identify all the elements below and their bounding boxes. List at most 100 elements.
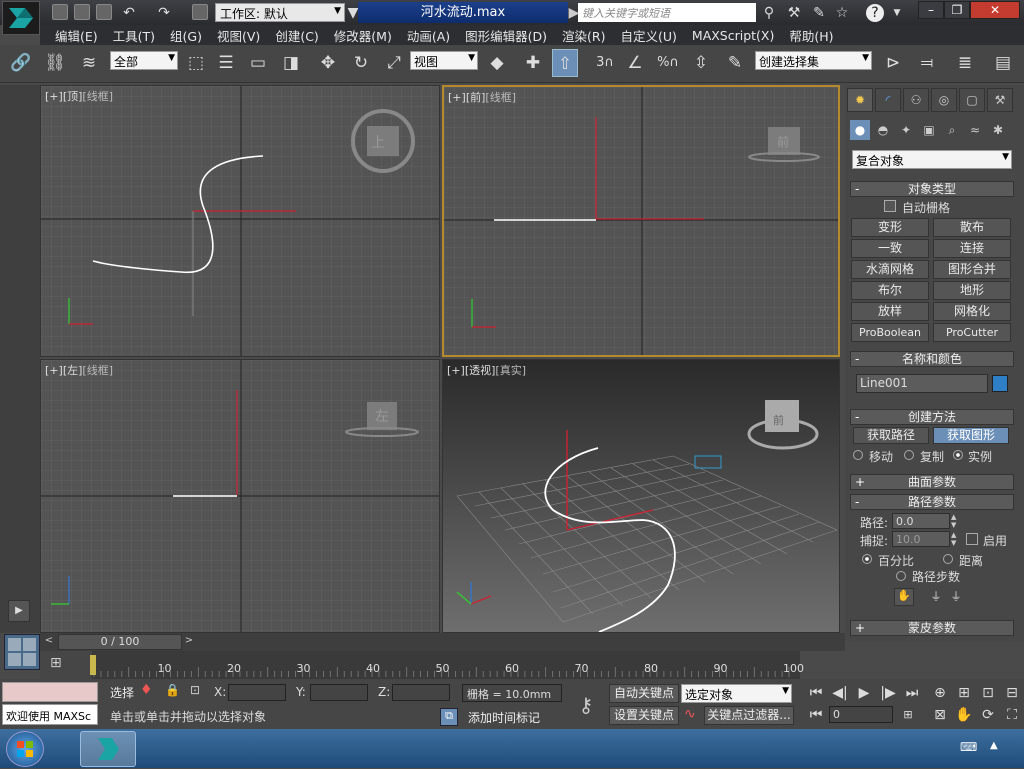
vp-persp-name[interactable]: [透视] xyxy=(465,364,496,377)
connect-button[interactable]: 连接 xyxy=(933,239,1011,258)
keyboard-tray-icon[interactable]: ⌨ xyxy=(960,740,978,756)
viewport-front[interactable]: [+][前][线框] 前 xyxy=(442,85,840,357)
proboolean-button[interactable]: ProBoolean xyxy=(851,323,929,342)
select-scale-icon[interactable]: ⤢ xyxy=(381,49,407,77)
move-radio[interactable] xyxy=(853,450,863,460)
menu-create[interactable]: 创建(C) xyxy=(275,26,318,45)
named-selection-dropdown[interactable]: 创建选择集 ▼ xyxy=(755,51,872,70)
viewport-top-label[interactable]: [+][顶][线框] xyxy=(45,88,113,104)
motion-tab-icon[interactable]: ◎ xyxy=(931,88,957,112)
pan-icon[interactable]: ✋ xyxy=(952,705,976,725)
vp-left-shading[interactable]: [线框] xyxy=(82,364,113,377)
go-to-end-icon[interactable]: ⏭ xyxy=(900,683,924,703)
expand-panel-icon[interactable]: ▶ xyxy=(8,600,30,622)
zoom-region-icon[interactable]: ⊠ xyxy=(928,705,952,725)
viewcube-top-label[interactable]: 上 xyxy=(371,132,385,152)
restore-button[interactable]: ❐ xyxy=(944,1,970,19)
viewport-persp-label[interactable]: [+][透视][真实] xyxy=(447,362,526,378)
prev-shape-icon[interactable]: ⏚ xyxy=(928,588,944,606)
graphite-toolbar-icon[interactable]: ▤ xyxy=(990,49,1016,77)
vp-front-plus[interactable]: [+] xyxy=(448,91,466,104)
subscription-icon[interactable]: ⚒ xyxy=(785,4,803,22)
go-to-start-icon[interactable]: ⏮ xyxy=(804,683,828,703)
vp-top-plus[interactable]: [+] xyxy=(45,90,63,103)
name-color-rollout[interactable]: - 名称和颜色 xyxy=(850,351,1014,367)
spline-perspective[interactable] xyxy=(544,447,676,632)
autogrid-checkbox[interactable] xyxy=(884,200,896,212)
pivot-center-icon[interactable]: ◆ xyxy=(484,49,510,77)
viewport-perspective[interactable]: [+][透视][真实] 前 xyxy=(442,359,840,633)
hierarchy-tab-icon[interactable]: ⚇ xyxy=(903,88,929,112)
vp-persp-plus[interactable]: [+] xyxy=(447,364,465,377)
edit-named-selection-icon[interactable]: ✎ xyxy=(722,49,748,77)
get-shape-button[interactable]: 获取图形 xyxy=(933,427,1009,444)
angle-snap-icon[interactable]: ∠ xyxy=(622,49,648,77)
select-manipulate-icon[interactable]: ✚ xyxy=(520,49,546,77)
path-input[interactable]: 0.0 xyxy=(892,513,950,529)
path-spinner-icon[interactable]: ▲ ▼ xyxy=(951,513,960,529)
helpers-icon[interactable]: ⌕ xyxy=(942,120,962,140)
layer-manager-icon[interactable]: ≣ xyxy=(952,49,978,77)
object-type-rollout[interactable]: - 对象类型 xyxy=(850,181,1014,197)
mini-curve-editor-icon[interactable]: ⊞ xyxy=(50,655,74,675)
menu-views[interactable]: 视图(V) xyxy=(217,26,260,45)
terrain-button[interactable]: 地形 xyxy=(933,281,1011,300)
viewport-layout-icon[interactable] xyxy=(4,634,40,670)
help-dropdown-icon[interactable]: ▼ xyxy=(888,4,906,22)
maxscript-output[interactable]: 欢迎使用 MAXSc xyxy=(2,704,98,725)
shapes-icon[interactable]: ◓ xyxy=(873,120,893,140)
percentage-radio[interactable] xyxy=(862,554,872,564)
next-frame-icon[interactable]: |▶ xyxy=(876,683,900,703)
select-rotate-icon[interactable]: ↻ xyxy=(348,49,374,77)
new-file-icon[interactable] xyxy=(52,4,68,20)
scatter-button[interactable]: 散布 xyxy=(933,218,1011,237)
selection-filter-dropdown[interactable]: 全部 ▼ xyxy=(110,51,178,70)
time-config-icon[interactable]: ⊞ xyxy=(896,705,920,725)
time-tag-icon[interactable]: ⧉ xyxy=(440,708,458,726)
vp-top-name[interactable]: [顶] xyxy=(63,90,83,103)
select-object-icon[interactable]: ⬚ xyxy=(183,49,209,77)
close-button[interactable]: ✕ xyxy=(970,1,1020,19)
window-crossing-icon[interactable]: ◨ xyxy=(278,49,304,77)
object-color-swatch[interactable] xyxy=(992,375,1008,392)
create-tab-icon[interactable]: ✹ xyxy=(847,88,873,112)
snap-spinner-icon[interactable]: ▲ ▼ xyxy=(951,531,960,547)
rect-selection-icon[interactable]: ▭ xyxy=(245,49,271,77)
redo-icon[interactable]: ↷ xyxy=(155,4,173,22)
unlink-icon[interactable]: ⛓ xyxy=(42,49,68,77)
tray-arrow-icon[interactable]: ▲ xyxy=(990,740,1004,756)
viewport-front-label[interactable]: [+][前][线框] xyxy=(448,89,516,105)
distance-radio[interactable] xyxy=(943,554,953,564)
maxscript-listener-input[interactable] xyxy=(2,682,98,702)
prev-frame-icon[interactable]: ◀| xyxy=(828,683,852,703)
menu-rendering[interactable]: 渲染(R) xyxy=(562,26,605,45)
menu-modifiers[interactable]: 修改器(M) xyxy=(334,26,392,45)
viewcube-front-label[interactable]: 前 xyxy=(777,133,789,150)
time-next-icon[interactable]: > xyxy=(182,635,196,649)
set-key-icon[interactable]: ⚷ xyxy=(568,688,604,722)
vp-top-shading[interactable]: [线框] xyxy=(82,90,113,103)
viewport-left[interactable]: [+][左][线框] 左 xyxy=(40,359,440,633)
spinner-snap-icon[interactable]: ⇳ xyxy=(688,49,714,77)
display-tab-icon[interactable]: ▢ xyxy=(959,88,985,112)
skin-params-rollout[interactable]: + 蒙皮参数 xyxy=(850,620,1014,636)
procutter-button[interactable]: ProCutter xyxy=(933,323,1011,342)
z-coord-input[interactable] xyxy=(392,684,450,701)
viewport-top[interactable]: [+][顶][线框] 上 xyxy=(40,85,440,357)
next-shape-icon[interactable]: ⏚ xyxy=(948,588,964,606)
zoom-extents-all-icon[interactable]: ⊟ xyxy=(1000,683,1024,703)
instance-radio[interactable] xyxy=(953,450,963,460)
taskbar-3dsmax-icon[interactable] xyxy=(80,731,136,767)
undo-icon[interactable]: ↶ xyxy=(120,4,138,22)
boolean-button[interactable]: 布尔 xyxy=(851,281,929,300)
auto-key-button[interactable]: 自动关键点 xyxy=(609,684,679,703)
vp-left-plus[interactable]: [+] xyxy=(45,364,63,377)
path-steps-radio[interactable] xyxy=(896,571,906,581)
copy-radio[interactable] xyxy=(904,450,914,460)
pick-shape-icon[interactable]: ✋ xyxy=(894,588,914,606)
creation-method-rollout[interactable]: - 创建方法 xyxy=(850,409,1014,425)
workspace-dropdown[interactable]: 工作区: 默认 ▼ xyxy=(215,3,345,22)
set-key-button[interactable]: 设置关键点 xyxy=(609,706,679,725)
binoculars-icon[interactable]: ⚲ xyxy=(760,4,778,22)
key-mode-dropdown[interactable]: 选定对象 ▼ xyxy=(681,684,792,703)
